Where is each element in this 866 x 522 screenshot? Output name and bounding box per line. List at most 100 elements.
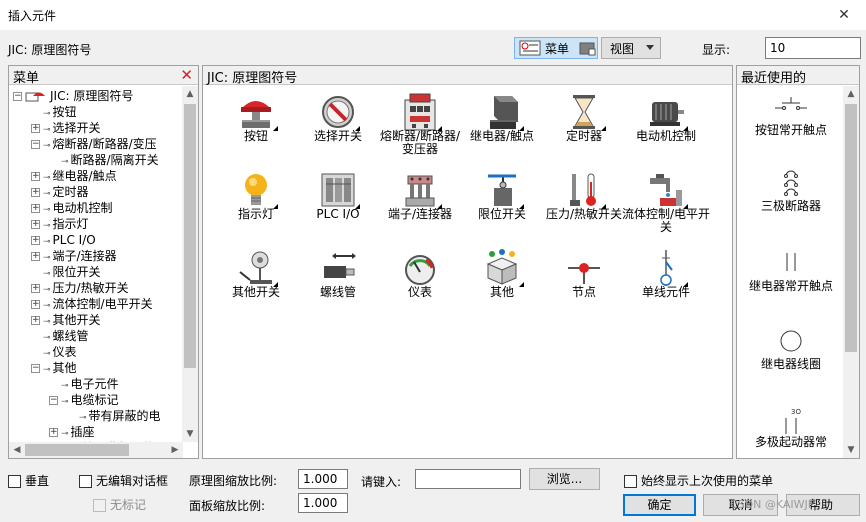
tree-item[interactable]: + ⊸ 定时器 <box>31 184 89 200</box>
expand-icon[interactable]: + <box>31 188 40 197</box>
symbol-tile[interactable]: 定时器 <box>543 88 625 166</box>
tree-item[interactable]: + ⊸ 插座 <box>49 424 95 440</box>
symbol-tile[interactable]: 电动机控制 <box>625 88 707 166</box>
terminal-icon <box>400 170 440 210</box>
limit-switch-icon <box>482 170 522 210</box>
scroll-down-icon[interactable]: ▼ <box>182 426 198 442</box>
recent-scroll-thumb[interactable] <box>845 104 857 352</box>
symbol-tile[interactable]: PLC I/O <box>297 166 379 244</box>
tree-item[interactable]: + ⊸ 端子/连接器 <box>31 248 117 264</box>
tree-scroll-thumb[interactable] <box>184 104 196 368</box>
display-count-label: 显示: <box>702 43 731 57</box>
tree-item[interactable]: − ⊸ 其他 <box>31 360 77 376</box>
expand-icon[interactable]: + <box>31 316 40 325</box>
expand-icon[interactable]: + <box>31 220 40 229</box>
tree-item[interactable]: ⊸ 带有屏蔽的电 <box>67 408 161 424</box>
symbol-tile-label: 电动机控制 <box>635 129 696 143</box>
expand-icon[interactable]: + <box>31 204 40 213</box>
tree-item[interactable]: + ⊸ PLC I/O <box>31 232 96 248</box>
symbol-tile[interactable]: 流体控制/电平开关 <box>622 166 710 244</box>
always-show-checkbox-box[interactable] <box>624 475 637 488</box>
symbol-tile[interactable]: 其他 <box>461 244 543 322</box>
tree-item[interactable]: + ⊸ 电动机控制 <box>31 200 113 216</box>
recent-vertical-scrollbar[interactable]: ▲ ▼ <box>843 86 859 458</box>
symbol-tile[interactable]: 指示灯 <box>215 166 297 244</box>
expand-icon[interactable]: + <box>49 428 58 437</box>
symbol-tile[interactable]: 熔断器/断路器/变压器 <box>379 88 461 166</box>
tree-item-label: 电动机控制 <box>52 201 113 215</box>
symbol-tile[interactable]: 仪表 <box>379 244 461 322</box>
symbol-tile[interactable]: 其他开关 <box>215 244 297 322</box>
schematic-scale-input[interactable]: 1.000 <box>298 469 348 489</box>
tree-item[interactable]: + ⊸ 继电器/触点 <box>31 168 117 184</box>
symbol-tile[interactable]: 端子/连接器 <box>379 166 461 244</box>
no-edit-dialog-checkbox[interactable]: 无编辑对话框 <box>79 472 168 489</box>
display-count-input[interactable]: 10 <box>765 37 861 59</box>
recent-item[interactable]: 三极断路器 <box>737 170 845 213</box>
tree-item[interactable]: ⊸ 按钮 <box>31 104 77 120</box>
tree-item[interactable]: ⊸ 电子元件 <box>49 376 119 392</box>
tree-item[interactable]: + ⊸ 指示灯 <box>31 216 89 232</box>
scroll-up-icon[interactable]: ▲ <box>843 86 859 102</box>
collapse-icon[interactable]: − <box>49 396 58 405</box>
expand-icon[interactable]: + <box>31 236 40 245</box>
scroll-left-icon[interactable]: ◀ <box>9 442 25 458</box>
tree-item[interactable]: ⊸ 仪表 <box>31 344 77 360</box>
symbol-tile[interactable]: 按钮 <box>215 88 297 166</box>
recent-item[interactable]: 按钮常开触点 <box>737 94 845 137</box>
scroll-right-icon[interactable]: ▶ <box>167 442 183 458</box>
recent-item[interactable]: 继电器线圈 <box>737 328 845 371</box>
tree-item[interactable]: ⊸ 螺线管 <box>31 328 89 344</box>
svg-text:3O: 3O <box>791 408 801 416</box>
type-in-input[interactable] <box>415 469 521 489</box>
symbol-tile[interactable]: 螺线管 <box>297 244 379 322</box>
browse-button[interactable]: 浏览... <box>529 468 600 490</box>
tree-horizontal-scrollbar[interactable]: ◀ ▶ <box>9 442 183 458</box>
tree-item[interactable]: ⊸ 限位开关 <box>31 264 101 280</box>
close-icon[interactable]: ✕ <box>822 0 866 30</box>
vertical-checkbox[interactable]: 垂直 <box>8 472 49 489</box>
tree-vertical-scrollbar[interactable]: ▲ ▼ <box>182 86 198 442</box>
menu-toggle-button[interactable]: 菜单 <box>514 37 598 59</box>
ok-button[interactable]: 确定 <box>623 494 696 516</box>
symbol-tile[interactable]: 单线元件 <box>625 244 707 322</box>
recent-item[interactable]: 3O 多极起动器常 <box>737 406 845 449</box>
panel-scale-label: 面板缩放比例: <box>189 499 266 513</box>
tree-item[interactable]: + ⊸ 压力/热敏开关 <box>31 280 129 296</box>
close-menu-icon[interactable]: ✕ <box>180 67 193 84</box>
recent-item[interactable]: 继电器常开触点 <box>737 250 845 293</box>
always-show-checkbox[interactable]: 始终显示上次使用的菜单 <box>624 472 773 489</box>
expand-icon[interactable]: + <box>31 172 40 181</box>
tree-item[interactable]: − ⊸ 电缆标记 <box>49 392 119 408</box>
tree-item[interactable]: ⊸ 断路器/隔离开关 <box>49 152 159 168</box>
tree-item[interactable]: + ⊸ 其他开关 <box>31 312 101 328</box>
panel-scale-input[interactable]: 1.000 <box>298 493 348 513</box>
recent-item-label: 继电器常开触点 <box>748 279 833 293</box>
tree-item-label: 流体控制/电平开关 <box>52 297 153 311</box>
expand-icon[interactable]: + <box>31 284 40 293</box>
no-edit-dialog-checkbox-box[interactable] <box>79 475 92 488</box>
symbol-tile[interactable]: 压力/热敏开关 <box>543 166 625 244</box>
symbol-tile[interactable]: 限位开关 <box>461 166 543 244</box>
vertical-checkbox-box[interactable] <box>8 475 21 488</box>
tree-item[interactable]: + ⊸ 选择开关 <box>31 120 101 136</box>
expand-icon[interactable]: + <box>31 300 40 309</box>
symbol-tile[interactable]: 选择开关 <box>297 88 379 166</box>
expand-icon[interactable]: + <box>31 252 40 261</box>
scroll-down-icon[interactable]: ▼ <box>843 442 859 458</box>
symbol-tile-label: 单线元件 <box>641 285 690 299</box>
tree-item[interactable]: + ⊸ 流体控制/电平开关 <box>31 296 153 312</box>
collapse-icon[interactable]: − <box>13 92 22 101</box>
lamp-icon <box>236 170 276 210</box>
expand-icon[interactable]: + <box>31 124 40 133</box>
tree-item[interactable]: − JIC: 原理图符号 <box>13 88 134 104</box>
menu-tree[interactable]: − JIC: 原理图符号 ⊸ 按钮 + ⊸ 选择开关 − ⊸ 熔断器/断路器/变压 ⊸ 断路器/隔离开… <box>9 86 183 442</box>
symbol-tile[interactable]: 节点 <box>543 244 625 322</box>
collapse-icon[interactable]: − <box>31 140 40 149</box>
tree-item[interactable]: − ⊸ 熔断器/断路器/变压 <box>31 136 157 152</box>
tree-hscroll-thumb[interactable] <box>25 444 129 456</box>
collapse-icon[interactable]: − <box>31 364 40 373</box>
scroll-up-icon[interactable]: ▲ <box>182 86 198 102</box>
symbol-tile[interactable]: 继电器/触点 <box>461 88 543 166</box>
view-dropdown[interactable]: 视图 <box>601 37 661 59</box>
